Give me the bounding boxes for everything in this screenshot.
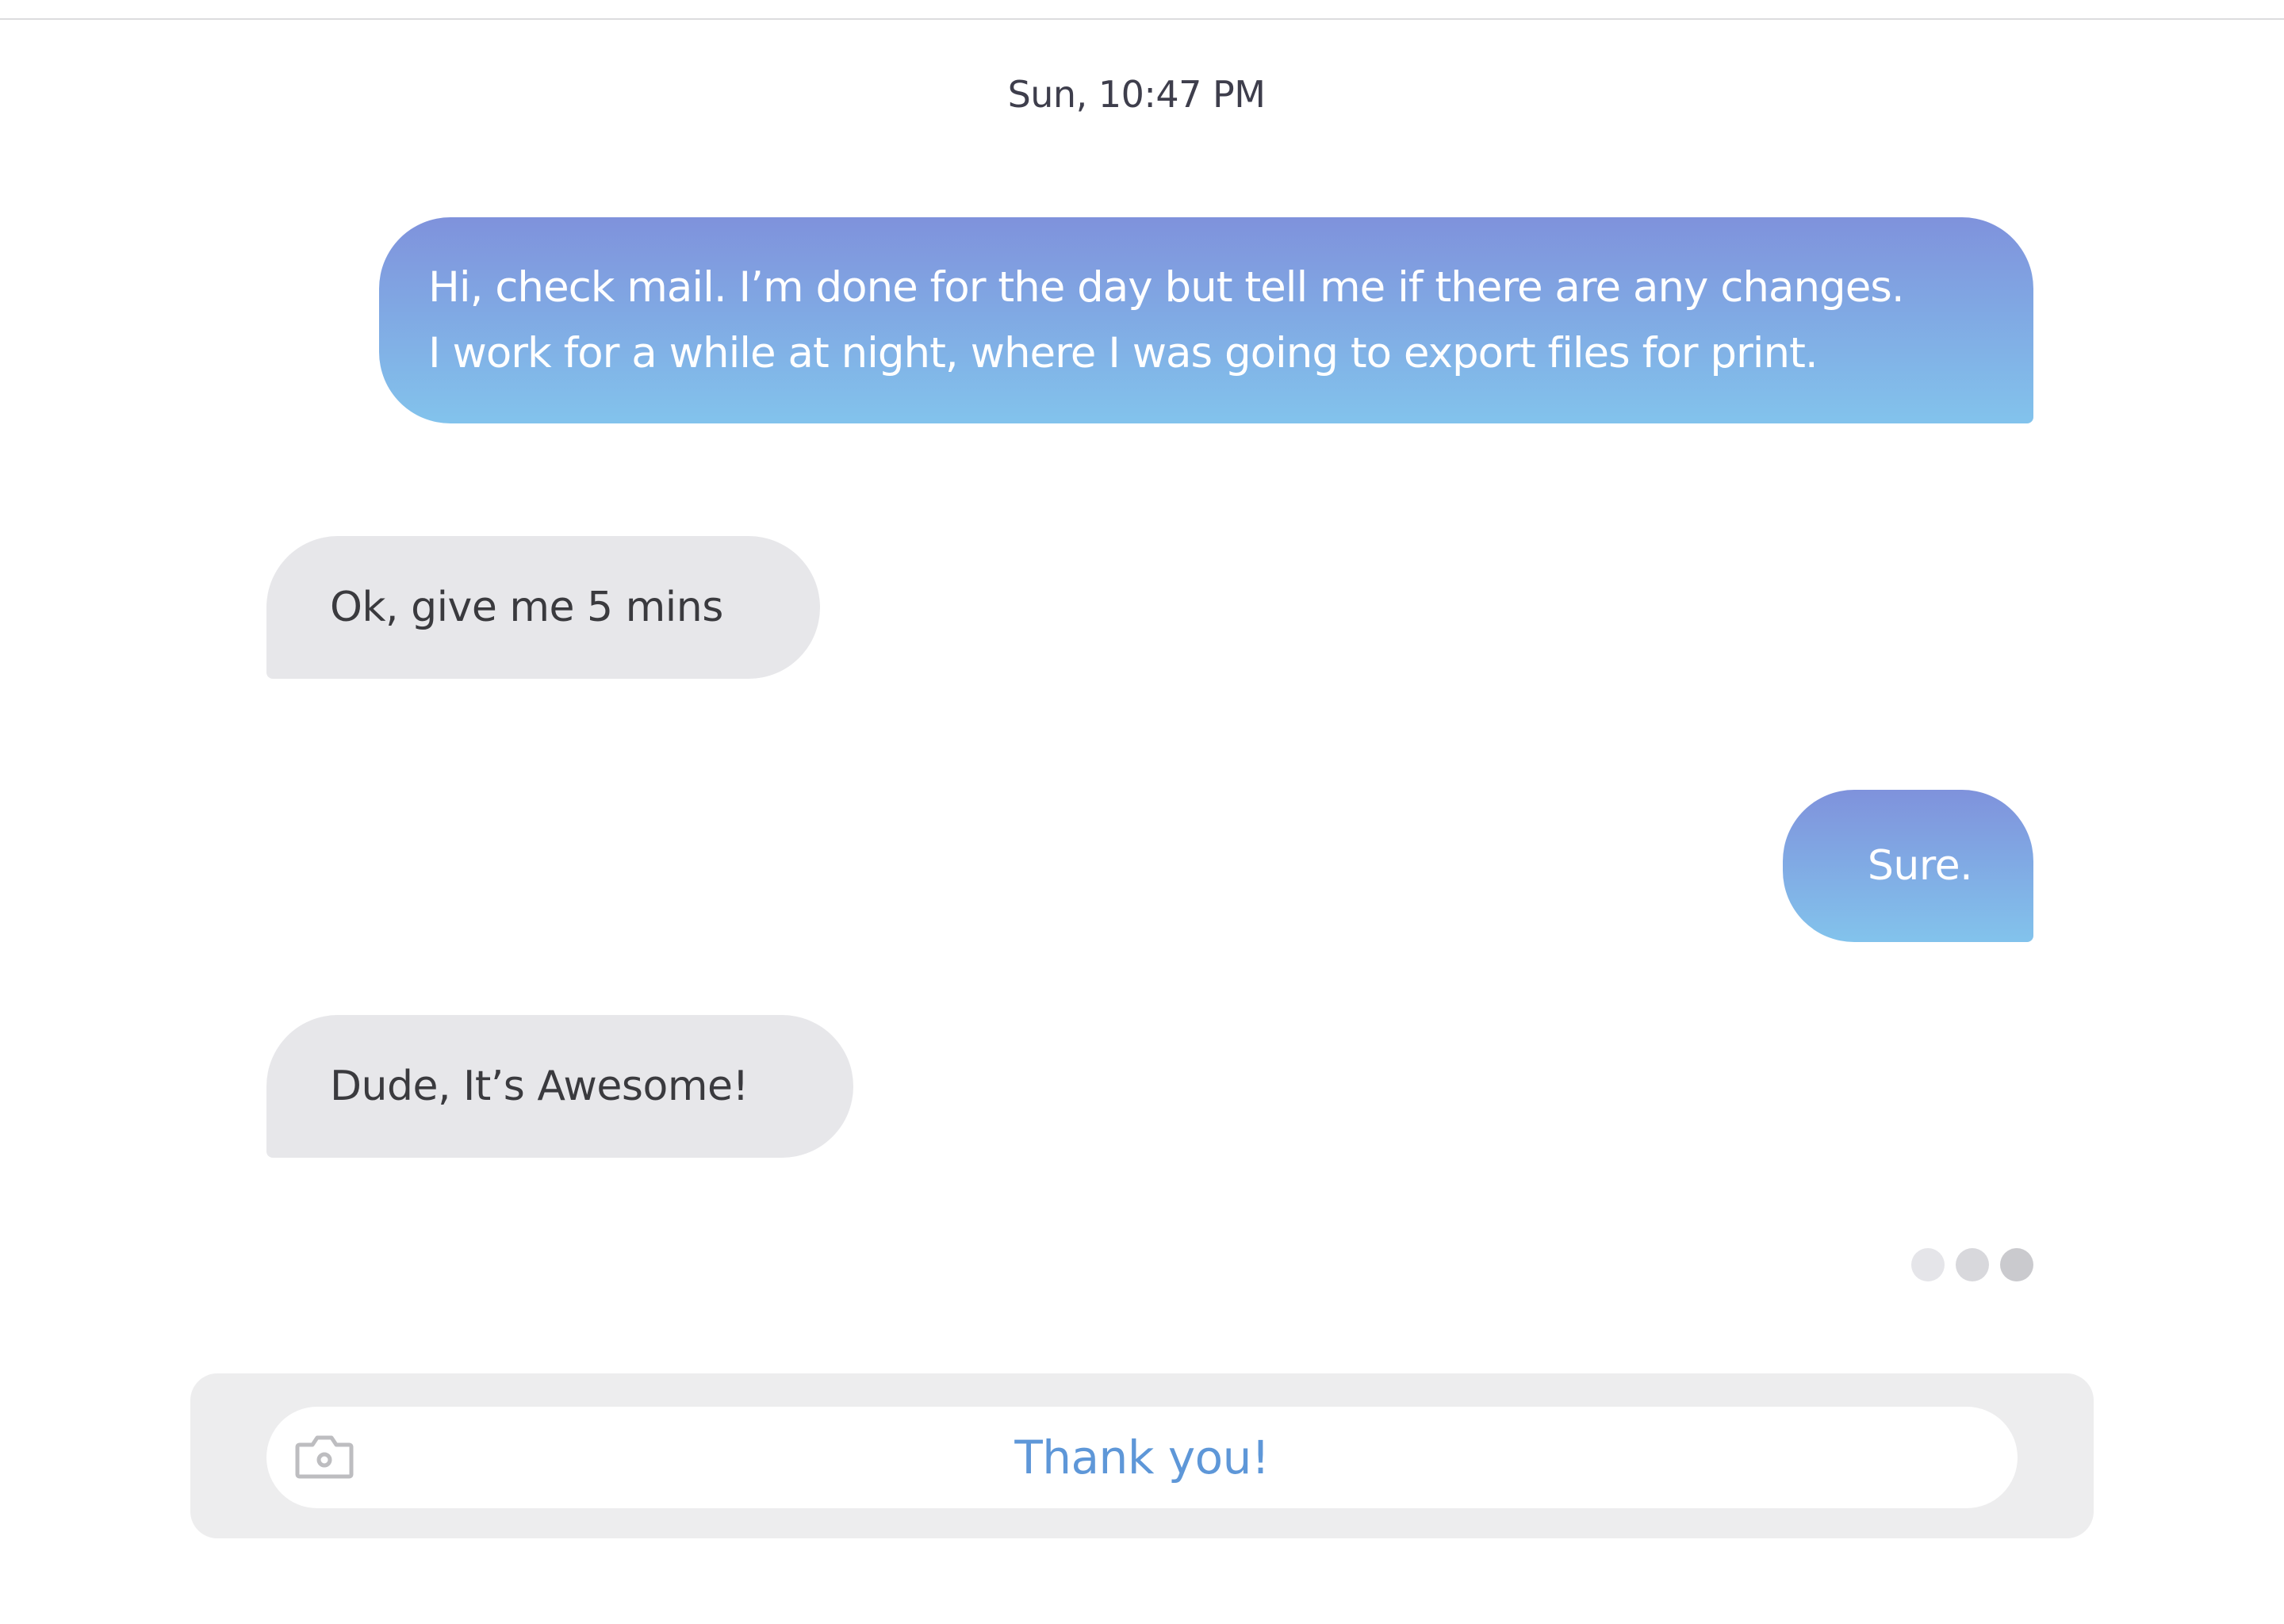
message-composer: Thank you! <box>190 1373 2094 1538</box>
conversation-timestamp: Sun, 10:47 PM <box>1007 73 1266 116</box>
typing-dot <box>2000 1248 2033 1281</box>
message-bubble-outgoing[interactable]: Hi, check mail. I’m done for the day but… <box>379 217 2033 423</box>
message-text: Hi, check mail. I’m done for the day but… <box>428 255 1905 386</box>
message-input-value[interactable]: Thank you! <box>266 1407 2018 1508</box>
typing-dot <box>1956 1248 1989 1281</box>
message-input[interactable]: Thank you! <box>266 1407 2018 1508</box>
message-line: Hi, check mail. I’m done for the day but… <box>428 263 1905 312</box>
typing-indicator <box>1911 1248 2033 1281</box>
message-bubble-outgoing[interactable]: Sure. <box>1783 790 2033 942</box>
typing-dot <box>1911 1248 1945 1281</box>
message-bubble-incoming[interactable]: Ok, give me 5 mins <box>266 536 820 679</box>
top-divider <box>0 18 2284 20</box>
message-line: I work for a while at night, where I was… <box>428 329 1818 377</box>
message-bubble-incoming[interactable]: Dude, It’s Awesome! <box>266 1015 853 1158</box>
message-text: Ok, give me 5 mins <box>330 583 723 631</box>
message-text: Dude, It’s Awesome! <box>330 1062 749 1110</box>
message-text: Sure. <box>1867 841 1973 890</box>
